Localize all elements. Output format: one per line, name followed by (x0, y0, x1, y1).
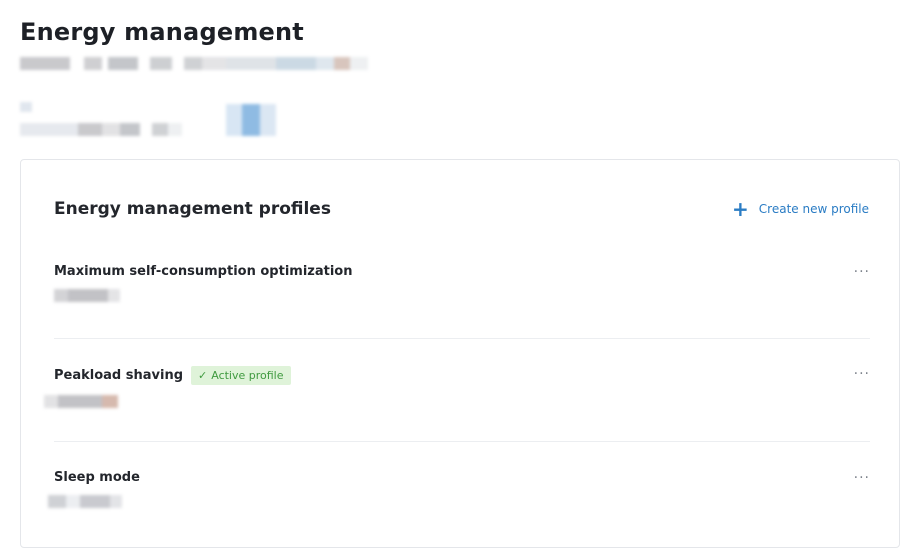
create-profile-button[interactable]: + Create new profile (732, 199, 869, 219)
check-icon: ✓ (198, 369, 208, 382)
plus-icon: + (732, 197, 749, 221)
energy-management-page: Energy management Energy management prof… (0, 0, 901, 551)
active-profile-badge: ✓ Active profile (191, 366, 291, 385)
profile-name: Sleep mode (54, 470, 140, 485)
page-subtitle-redacted (20, 57, 368, 70)
divider (54, 441, 870, 442)
page-title: Energy management (20, 18, 304, 46)
more-options-icon[interactable]: ··· (854, 264, 870, 280)
profile-details-redacted (44, 395, 860, 408)
divider (54, 338, 870, 339)
profile-details-redacted (48, 495, 864, 508)
active-profile-label: Active profile (211, 369, 284, 382)
profile-item[interactable]: Maximum self-consumption optimization ··… (54, 264, 870, 302)
more-options-icon[interactable]: ··· (854, 366, 870, 382)
profiles-card: Energy management profiles + Create new … (20, 159, 900, 548)
profile-item[interactable]: Sleep mode ··· (48, 470, 870, 508)
subnav-redacted-top (20, 102, 32, 112)
profile-details-redacted (54, 289, 870, 302)
profile-name: Maximum self-consumption optimization (54, 264, 353, 279)
create-profile-label: Create new profile (758, 202, 869, 216)
more-options-icon[interactable]: ··· (854, 470, 870, 486)
profile-item[interactable]: Peakload shaving ✓ Active profile ··· (44, 366, 870, 408)
subnav-redacted (20, 123, 182, 136)
profiles-card-title: Energy management profiles (54, 199, 331, 219)
subnav-link-redacted[interactable] (226, 104, 276, 136)
profile-name: Peakload shaving (54, 368, 184, 383)
